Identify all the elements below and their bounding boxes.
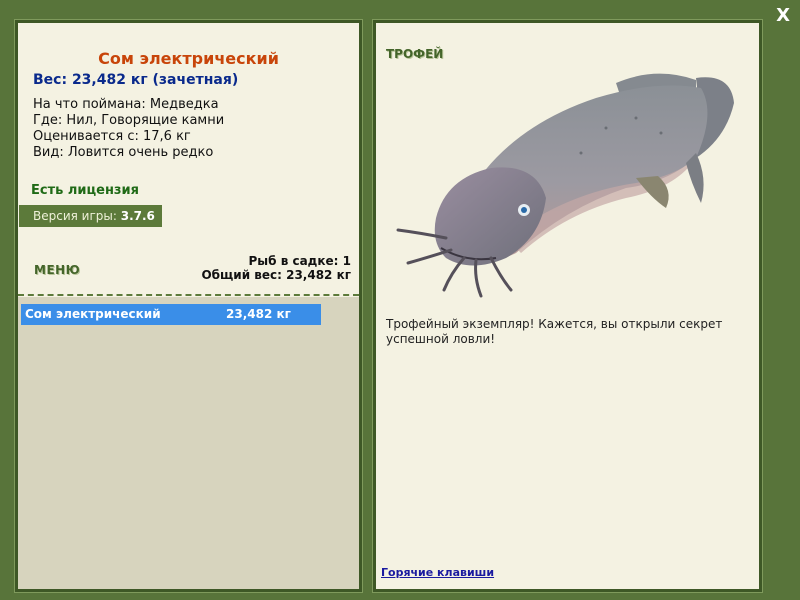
value-info: Оценивается с: 17,6 кг: [33, 129, 191, 144]
bait-info: На что поймана: Медведка: [33, 97, 219, 112]
divider: [18, 294, 359, 296]
fish-info-panel: Сом электрический Вес: 23,482 кг (зачетн…: [14, 19, 363, 593]
keepnet-count: Рыб в садке: 1: [248, 254, 352, 268]
hotkeys-link[interactable]: Горячие клавиши: [381, 566, 494, 579]
close-button[interactable]: X: [776, 6, 790, 26]
catfish-image: [396, 73, 734, 298]
game-version: Версия игры: 3.7.6: [19, 205, 162, 227]
fish-weight: Вес: 23,482 кг (зачетная): [33, 72, 239, 88]
row-fish-weight: 23,482 кг: [226, 307, 291, 321]
trophy-message: Трофейный экземпляр! Кажется, вы открыли…: [386, 317, 723, 346]
trophy-panel: ТРОФЕЙ Трофейный экземпляр! Кажется, вы …: [372, 19, 763, 593]
keepnet-stats: Рыб в садке: 1 Общий вес: 23,482 кг: [201, 254, 351, 282]
keepnet-total-weight: Общий вес: 23,482 кг: [201, 268, 351, 282]
keepnet-list: Сом электрический 23,482 кг: [18, 297, 359, 589]
license-status: Есть лицензия: [31, 183, 139, 198]
rarity-info: Вид: Ловится очень редко: [33, 145, 214, 160]
menu-button[interactable]: МЕНЮ: [34, 263, 80, 277]
version-label: Версия игры:: [33, 209, 117, 223]
fish-name: Сом электрический: [98, 49, 279, 68]
row-fish-name: Сом электрический: [25, 307, 161, 321]
version-value: 3.7.6: [120, 209, 155, 223]
location-info: Где: Нил, Говорящие камни: [33, 113, 225, 128]
keepnet-row-selected[interactable]: Сом электрический 23,482 кг: [21, 304, 321, 325]
